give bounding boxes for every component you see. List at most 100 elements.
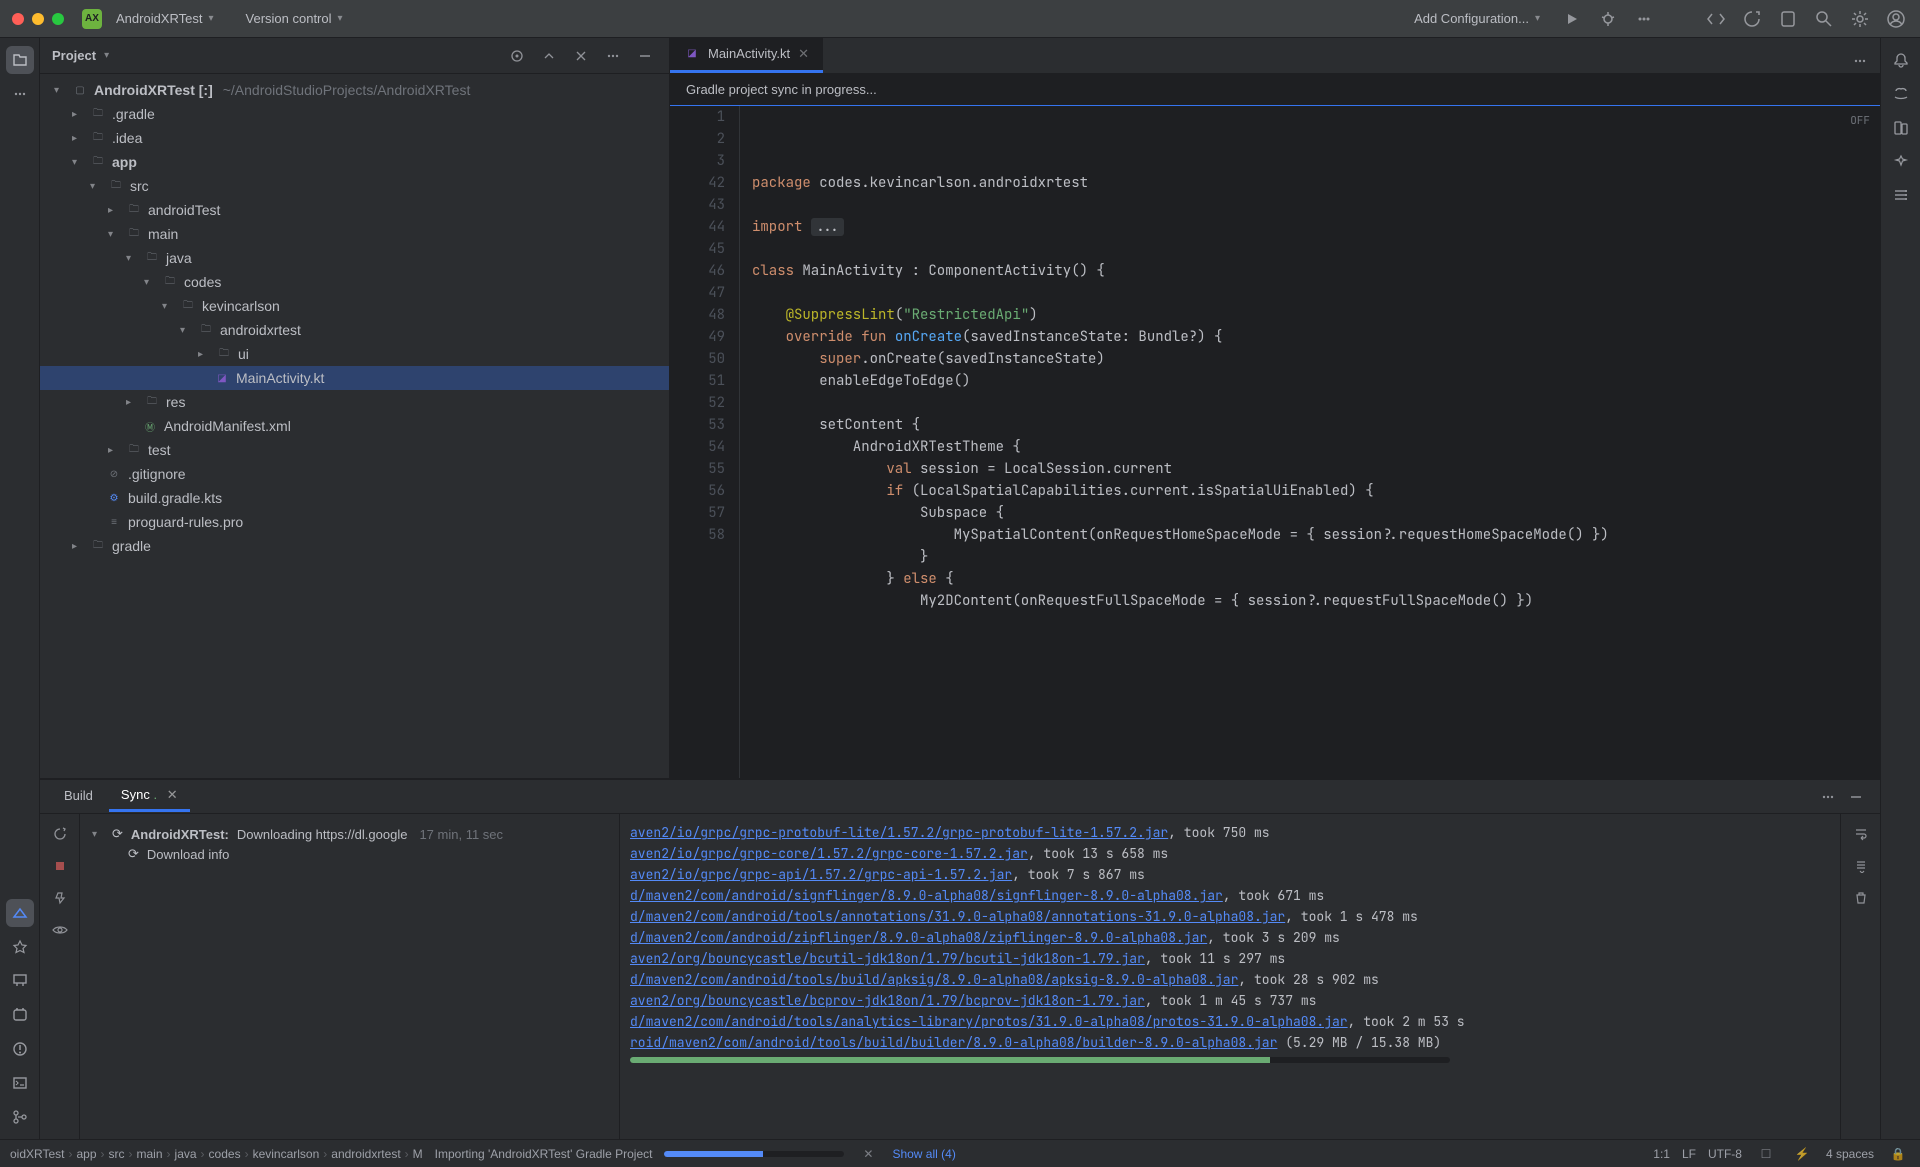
run-button[interactable] [1560, 7, 1584, 31]
tree-item-build-gradle[interactable]: ⚙build.gradle.kts [40, 486, 669, 510]
code-editor[interactable]: 1234243444546474849505152535455565758 OF… [670, 106, 1880, 778]
vcs-dropdown[interactable]: Version control ▾ [240, 7, 349, 30]
ai-assistant-icon[interactable] [1887, 148, 1915, 176]
hide-panel-icon[interactable] [1844, 785, 1868, 809]
logcat-tool-icon[interactable] [6, 1001, 34, 1029]
running-devices-icon[interactable] [1776, 7, 1800, 31]
inspections-off-badge[interactable]: OFF [1850, 110, 1870, 132]
tree-item-manifest[interactable]: ⓂAndroidManifest.xml [40, 414, 669, 438]
editor-options-icon[interactable] [1848, 49, 1872, 73]
problems-tool-icon[interactable] [6, 1035, 34, 1063]
bookmarks-tool-icon[interactable] [6, 933, 34, 961]
search-icon[interactable] [1812, 7, 1836, 31]
caret-position[interactable]: 1:1 [1653, 1147, 1670, 1161]
window-close-icon[interactable] [12, 13, 24, 25]
tree-item-main[interactable]: ▾🗀main [40, 222, 669, 246]
project-tool-icon[interactable] [6, 46, 34, 74]
breadcrumb-item[interactable]: oidXRTest [10, 1147, 64, 1161]
show-all-tasks-link[interactable]: Show all (4) [892, 1147, 955, 1161]
download-link[interactable]: d/maven2/com/android/zipflinger/8.9.0-al… [630, 929, 1207, 946]
memory-indicator-icon[interactable]: ⚡ [1790, 1142, 1814, 1166]
breadcrumb-item[interactable]: main [137, 1147, 163, 1161]
tree-item-app[interactable]: ▾🗀app [40, 150, 669, 174]
tree-item-androidxrtest[interactable]: ▾🗀androidxrtest [40, 318, 669, 342]
breadcrumb-item[interactable]: kevincarlson [253, 1147, 320, 1161]
soft-wrap-icon[interactable] [1849, 822, 1873, 846]
build-task-tree[interactable]: ▾ ⟳ AndroidXRTest: Downloading https://d… [80, 814, 620, 1139]
collapse-all-icon[interactable] [569, 44, 593, 68]
tree-item-test[interactable]: ▸🗀test [40, 438, 669, 462]
breadcrumb-item[interactable]: java [175, 1147, 197, 1161]
tree-item-src[interactable]: ▾🗀src [40, 174, 669, 198]
download-link[interactable]: aven2/org/bouncycastle/bcprov-jdk18on/1.… [630, 992, 1145, 1009]
updates-icon[interactable] [1740, 7, 1764, 31]
download-link[interactable]: aven2/io/grpc/grpc-protobuf-lite/1.57.2/… [630, 824, 1168, 841]
expand-all-icon[interactable] [537, 44, 561, 68]
breadcrumb-item[interactable]: src [109, 1147, 125, 1161]
pin-icon[interactable] [48, 886, 72, 910]
window-maximize-icon[interactable] [52, 13, 64, 25]
notifications-icon[interactable] [1887, 46, 1915, 74]
tree-item-gradle[interactable]: ▸🗀.gradle [40, 102, 669, 126]
indent-indicator[interactable]: 4 spaces [1826, 1147, 1874, 1161]
stop-icon[interactable] [48, 854, 72, 878]
close-tab-icon[interactable]: ✕ [798, 46, 809, 62]
download-link[interactable]: d/maven2/com/android/tools/annotations/3… [630, 908, 1285, 925]
profiler-tool-icon[interactable] [6, 967, 34, 995]
select-opened-file-icon[interactable] [505, 44, 529, 68]
window-minimize-icon[interactable] [32, 13, 44, 25]
more-actions-icon[interactable] [1632, 7, 1656, 31]
code-with-me-icon[interactable] [1704, 7, 1728, 31]
breadcrumb-item[interactable]: androidxrtest [331, 1147, 400, 1161]
build-subtask[interactable]: ⟳ Download info [92, 844, 607, 864]
tree-item-res[interactable]: ▸🗀res [40, 390, 669, 414]
download-link[interactable]: aven2/io/grpc/grpc-core/1.57.2/grpc-core… [630, 845, 1028, 862]
readonly-toggle-icon[interactable]: ☐ [1754, 1142, 1778, 1166]
tree-item-ui[interactable]: ▸🗀ui [40, 342, 669, 366]
debug-button[interactable] [1596, 7, 1620, 31]
clear-icon[interactable] [1849, 886, 1873, 910]
tree-item-codes[interactable]: ▾🗀codes [40, 270, 669, 294]
chevron-down-icon[interactable]: ▾ [92, 829, 104, 840]
run-configuration-dropdown[interactable]: Add Configuration... ▾ [1406, 7, 1548, 30]
breadcrumb-item[interactable]: app [76, 1147, 96, 1161]
tree-item-java[interactable]: ▾🗀java [40, 246, 669, 270]
view-icon[interactable] [48, 918, 72, 942]
tree-item-proguard[interactable]: ≡proguard-rules.pro [40, 510, 669, 534]
scroll-to-end-icon[interactable] [1849, 854, 1873, 878]
terminal-tool-icon[interactable] [6, 1069, 34, 1097]
structure-tool-icon[interactable] [1887, 182, 1915, 210]
project-dropdown[interactable]: AndroidXRTest ▾ [110, 7, 220, 30]
build-tab-build[interactable]: Build [52, 782, 105, 812]
project-tree[interactable]: ▾ ▢ AndroidXRTest [:] ~/AndroidStudioPro… [40, 74, 669, 778]
download-link[interactable]: aven2/io/grpc/grpc-api/1.57.2/grpc-api-1… [630, 866, 1012, 883]
tree-root[interactable]: ▾ ▢ AndroidXRTest [:] ~/AndroidStudioPro… [40, 78, 669, 102]
download-link[interactable]: d/maven2/com/android/tools/analytics-lib… [630, 1013, 1348, 1030]
download-link[interactable]: d/maven2/com/android/tools/build/apksig/… [630, 971, 1238, 988]
close-icon[interactable]: ✕ [167, 787, 178, 802]
tree-item-gitignore[interactable]: ⊘.gitignore [40, 462, 669, 486]
vcs-tool-icon[interactable] [6, 1103, 34, 1131]
cancel-import-icon[interactable]: ✕ [856, 1142, 880, 1166]
breadcrumbs[interactable]: oidXRTest›app›src›main›java›codes›kevinc… [10, 1147, 423, 1161]
build-tool-icon[interactable] [6, 899, 34, 927]
breadcrumb-item[interactable]: M [413, 1147, 423, 1161]
tree-item-idea[interactable]: ▸🗀.idea [40, 126, 669, 150]
file-encoding[interactable]: UTF-8 [1708, 1147, 1742, 1161]
tree-item-mainactivity[interactable]: ◪MainActivity.kt [40, 366, 669, 390]
tree-item-gradle-folder[interactable]: ▸🗀gradle [40, 534, 669, 558]
account-icon[interactable] [1884, 7, 1908, 31]
build-tab-sync[interactable]: Sync . ✕ [109, 781, 190, 812]
device-manager-icon[interactable] [1887, 114, 1915, 142]
tree-item-kevincarlson[interactable]: ▾🗀kevincarlson [40, 294, 669, 318]
gradle-tool-icon[interactable] [1887, 80, 1915, 108]
hide-panel-icon[interactable] [633, 44, 657, 68]
restart-icon[interactable] [48, 822, 72, 846]
download-link[interactable]: d/maven2/com/android/signflinger/8.9.0-a… [630, 887, 1223, 904]
chevron-down-icon[interactable]: ▾ [104, 50, 109, 61]
breadcrumb-item[interactable]: codes [209, 1147, 241, 1161]
panel-options-icon[interactable] [601, 44, 625, 68]
lock-icon[interactable]: 🔒 [1886, 1142, 1910, 1166]
more-tool-icon[interactable] [6, 80, 34, 108]
line-separator[interactable]: LF [1682, 1147, 1696, 1161]
